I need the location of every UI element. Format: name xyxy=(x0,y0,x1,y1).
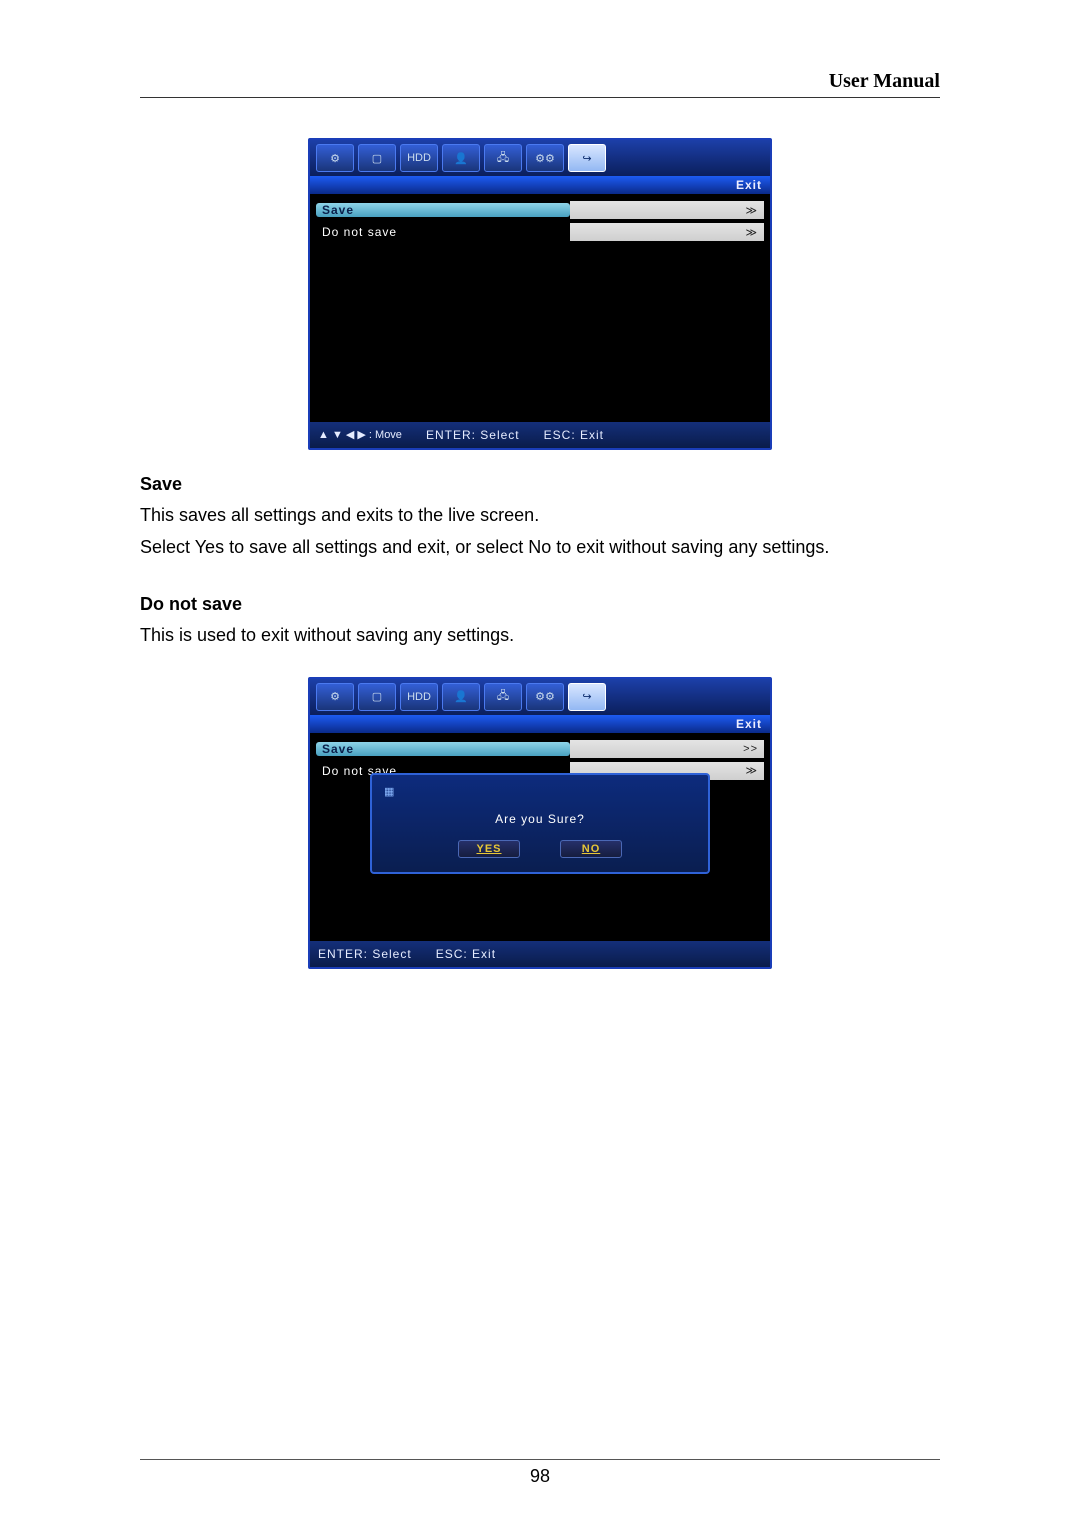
tab-hdd-icon[interactable]: HDD xyxy=(400,144,438,172)
network-icon: 🖧 xyxy=(497,149,509,168)
para-save-2: Select Yes to save all settings and exit… xyxy=(140,535,940,559)
page-footer: 98 xyxy=(140,1459,940,1487)
dvr-menu-area: Save ≫ Do not save ≫ xyxy=(310,194,770,422)
dvr-tabbar: ⚙ ▢ HDD 👤 🖧 ⚙⚙ ↪ xyxy=(310,679,770,715)
exit-icon: ↪ xyxy=(582,152,591,165)
hint-move: ▲ ▼ ◀ ▶ : Move xyxy=(318,428,402,442)
screenshot-exit-menu: ⚙ ▢ HDD 👤 🖧 ⚙⚙ ↪ Exit Save ≫ Do not save… xyxy=(140,138,940,450)
page-header: User Manual xyxy=(140,70,940,98)
dialog-button-row: YES NO xyxy=(380,840,700,864)
hint-enter: ENTER: Select xyxy=(318,947,412,961)
menu-row-value[interactable]: ≫ xyxy=(570,201,764,219)
dvr-tabbar: ⚙ ▢ HDD 👤 🖧 ⚙⚙ ↪ xyxy=(310,140,770,176)
tab-user-icon[interactable]: 👤 xyxy=(442,683,480,711)
menu-row-value[interactable]: >> xyxy=(570,740,764,758)
dialog-title-icon: ▦ xyxy=(380,783,700,804)
manual-page: User Manual ⚙ ▢ HDD 👤 🖧 ⚙⚙ ↪ Exit Save ≫… xyxy=(0,0,1080,1527)
dvr-menu-area: Save >> Do not save ≫ ▦ Are you Sure? YE… xyxy=(310,733,770,941)
tab-hdd-icon[interactable]: HDD xyxy=(400,683,438,711)
gear-icon: ⚙ xyxy=(330,690,340,703)
tab-display-icon[interactable]: ▢ xyxy=(358,683,396,711)
screenshot-confirm-dialog: ⚙ ▢ HDD 👤 🖧 ⚙⚙ ↪ Exit Save >> Do not sav… xyxy=(140,677,940,969)
hint-enter: ENTER: Select xyxy=(426,428,520,442)
menu-row-value[interactable]: ≫ xyxy=(570,223,764,241)
dvr-window: ⚙ ▢ HDD 👤 🖧 ⚙⚙ ↪ Exit Save >> Do not sav… xyxy=(308,677,772,969)
tab-exit-icon[interactable]: ↪ xyxy=(568,683,606,711)
dvr-window: ⚙ ▢ HDD 👤 🖧 ⚙⚙ ↪ Exit Save ≫ Do not save… xyxy=(308,138,772,450)
para-donotsave-1: This is used to exit without saving any … xyxy=(140,623,940,647)
page-header-title: User Manual xyxy=(829,70,940,92)
dialog-message: Are you Sure? xyxy=(380,804,700,840)
no-button[interactable]: NO xyxy=(560,840,622,858)
gear-icon: ⚙ xyxy=(330,152,340,165)
hdd-icon: HDD xyxy=(407,152,431,164)
page-number: 98 xyxy=(530,1466,550,1486)
gears-icon: ⚙⚙ xyxy=(535,690,555,703)
menu-row-label: Save xyxy=(316,203,570,217)
tab-settings-icon[interactable]: ⚙ xyxy=(316,683,354,711)
gears-icon: ⚙⚙ xyxy=(535,152,555,165)
menu-row-donotsave[interactable]: Do not save ≫ xyxy=(316,222,764,242)
tab-user-icon[interactable]: 👤 xyxy=(442,144,480,172)
menu-row-label: Do not save xyxy=(316,225,570,239)
dvr-hintbar: ENTER: Select ESC: Exit xyxy=(310,941,770,967)
tab-display-icon[interactable]: ▢ xyxy=(358,144,396,172)
heading-save: Save xyxy=(140,474,940,495)
monitor-icon: ▢ xyxy=(372,152,382,165)
dvr-section-title: Exit xyxy=(310,715,770,733)
monitor-icon: ▢ xyxy=(372,690,382,703)
heading-donotsave: Do not save xyxy=(140,594,940,615)
dvr-hintbar: ▲ ▼ ◀ ▶ : Move ENTER: Select ESC: Exit xyxy=(310,422,770,448)
network-icon: 🖧 xyxy=(497,687,509,706)
yes-button[interactable]: YES xyxy=(458,840,520,858)
menu-row-save[interactable]: Save ≫ xyxy=(316,200,764,220)
dvr-section-title: Exit xyxy=(310,176,770,194)
user-icon: 👤 xyxy=(454,152,468,165)
para-save-1: This saves all settings and exits to the… xyxy=(140,503,940,527)
exit-icon: ↪ xyxy=(582,690,591,703)
confirm-dialog: ▦ Are you Sure? YES NO xyxy=(370,773,710,874)
user-icon: 👤 xyxy=(454,690,468,703)
tab-system-icon[interactable]: ⚙⚙ xyxy=(526,144,564,172)
tab-network-icon[interactable]: 🖧 xyxy=(484,144,522,172)
tab-exit-icon[interactable]: ↪ xyxy=(568,144,606,172)
hdd-icon: HDD xyxy=(407,691,431,703)
menu-row-save[interactable]: Save >> xyxy=(316,739,764,759)
tab-network-icon[interactable]: 🖧 xyxy=(484,683,522,711)
tab-system-icon[interactable]: ⚙⚙ xyxy=(526,683,564,711)
tab-settings-icon[interactable]: ⚙ xyxy=(316,144,354,172)
menu-row-label: Save xyxy=(316,742,570,756)
hint-esc: ESC: Exit xyxy=(544,428,604,442)
hint-esc: ESC: Exit xyxy=(436,947,496,961)
